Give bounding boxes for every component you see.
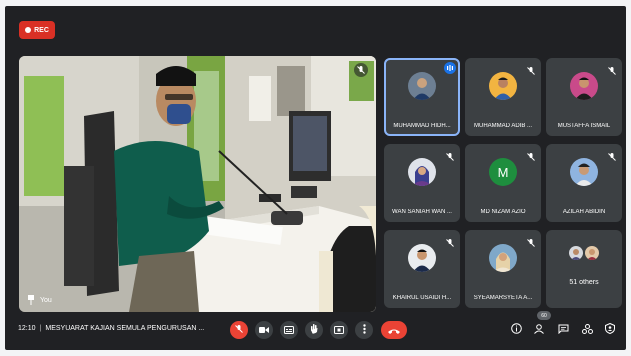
participant-name: SYEAMARSYETA A... bbox=[473, 295, 533, 301]
more-icon bbox=[362, 321, 366, 339]
activities-button[interactable] bbox=[580, 323, 594, 337]
main-video-tile[interactable]: You bbox=[19, 56, 376, 312]
others-avatars bbox=[569, 246, 599, 261]
participant-name: KHAIRUL USAIDI H... bbox=[392, 295, 452, 301]
meet-window: REC You MUHAMMAD HIDH... MUHAMMAD ADIB .… bbox=[5, 6, 626, 350]
participant-tile[interactable]: MUHAMMAD ADIB ... bbox=[465, 58, 541, 136]
participant-name: MD NIZAM AZIO bbox=[480, 209, 526, 215]
chat-icon bbox=[558, 321, 569, 339]
participant-tile[interactable]: AZILAH ABIDIN bbox=[546, 144, 622, 222]
participant-tile[interactable]: KHAIRUL USAIDI H... bbox=[384, 230, 460, 308]
mic-off-icon bbox=[607, 149, 617, 161]
participant-avatar-letter: M bbox=[489, 158, 517, 187]
meeting-title: MESYUARAT KAJIAN SEMULA PENGURUSAN ... bbox=[45, 325, 205, 332]
participant-avatar bbox=[570, 158, 598, 187]
present-button[interactable] bbox=[330, 321, 348, 339]
leave-call-button[interactable] bbox=[381, 321, 407, 339]
participant-name: MUSTAFFA ISMAIL bbox=[557, 123, 611, 129]
pin-icon[interactable] bbox=[27, 295, 35, 305]
participant-avatar bbox=[408, 244, 436, 273]
info-icon bbox=[510, 321, 522, 339]
meeting-time: 12:10 bbox=[18, 325, 36, 332]
meeting-details-button[interactable] bbox=[509, 323, 523, 337]
bottom-toolbar: 12:10 | MESYUARAT KAJIAN SEMULA PENGURUSAN… bbox=[5, 311, 626, 350]
activities-icon bbox=[581, 321, 593, 339]
recording-label: REC bbox=[34, 26, 49, 34]
participant-tile[interactable]: MUSTAFFA ISMAIL bbox=[546, 58, 622, 136]
participant-avatar bbox=[570, 72, 598, 101]
participant-avatar bbox=[569, 246, 583, 261]
mic-off-icon bbox=[445, 235, 455, 247]
participant-name: AZILAH ABIDIN bbox=[562, 209, 606, 215]
participant-name: WAN SANIAH WAN ... bbox=[392, 209, 452, 215]
participant-tile[interactable]: M MD NIZAM AZIO bbox=[465, 144, 541, 222]
camera-toggle-button[interactable] bbox=[255, 321, 273, 339]
separator: | bbox=[39, 325, 42, 332]
present-icon bbox=[334, 321, 344, 339]
people-button[interactable] bbox=[532, 323, 546, 337]
captions-icon bbox=[284, 321, 294, 339]
camera-icon bbox=[259, 321, 269, 339]
others-count: 51 others bbox=[569, 279, 599, 286]
participant-avatar bbox=[489, 244, 517, 273]
more-options-button[interactable] bbox=[355, 321, 373, 339]
raise-hand-button[interactable] bbox=[305, 321, 323, 339]
participant-avatar bbox=[408, 158, 436, 187]
people-count-badge: 60 bbox=[537, 311, 551, 320]
others-tile[interactable]: 51 others bbox=[546, 230, 622, 308]
participant-avatar bbox=[489, 72, 517, 101]
participant-avatar bbox=[408, 72, 436, 101]
speaking-indicator-icon bbox=[444, 62, 456, 74]
mic-off-icon bbox=[234, 321, 244, 339]
hang-up-icon bbox=[387, 321, 401, 339]
meeting-details: 12:10 | MESYUARAT KAJIAN SEMULA PENGURUSAN… bbox=[18, 325, 204, 332]
record-dot-icon bbox=[25, 27, 32, 33]
mic-off-icon bbox=[526, 149, 536, 161]
captions-button[interactable] bbox=[280, 321, 298, 339]
host-controls-icon bbox=[605, 321, 615, 339]
participant-name: MUHAMMAD ADIB ... bbox=[473, 123, 532, 129]
participant-tile[interactable]: MUHAMMAD HIDH... bbox=[384, 58, 460, 136]
raise-hand-icon bbox=[310, 321, 319, 339]
recording-badge: REC bbox=[19, 21, 55, 39]
mic-off-icon bbox=[607, 63, 617, 75]
chat-button[interactable] bbox=[556, 323, 570, 337]
self-name: You bbox=[40, 296, 52, 304]
host-controls-button[interactable] bbox=[603, 321, 617, 339]
mic-toggle-button[interactable] bbox=[230, 321, 248, 339]
main-video-feed bbox=[19, 56, 376, 312]
mic-off-icon bbox=[354, 63, 368, 77]
mic-off-icon bbox=[445, 149, 455, 161]
self-name-label: You bbox=[27, 295, 52, 305]
participant-avatar bbox=[585, 246, 599, 261]
mic-off-icon bbox=[526, 63, 536, 75]
participant-tile[interactable]: WAN SANIAH WAN ... bbox=[384, 144, 460, 222]
participant-name: MUHAMMAD HIDH... bbox=[393, 123, 451, 129]
participant-tile[interactable]: SYEAMARSYETA A... bbox=[465, 230, 541, 308]
mic-off-icon bbox=[526, 235, 536, 247]
people-icon bbox=[533, 321, 545, 339]
